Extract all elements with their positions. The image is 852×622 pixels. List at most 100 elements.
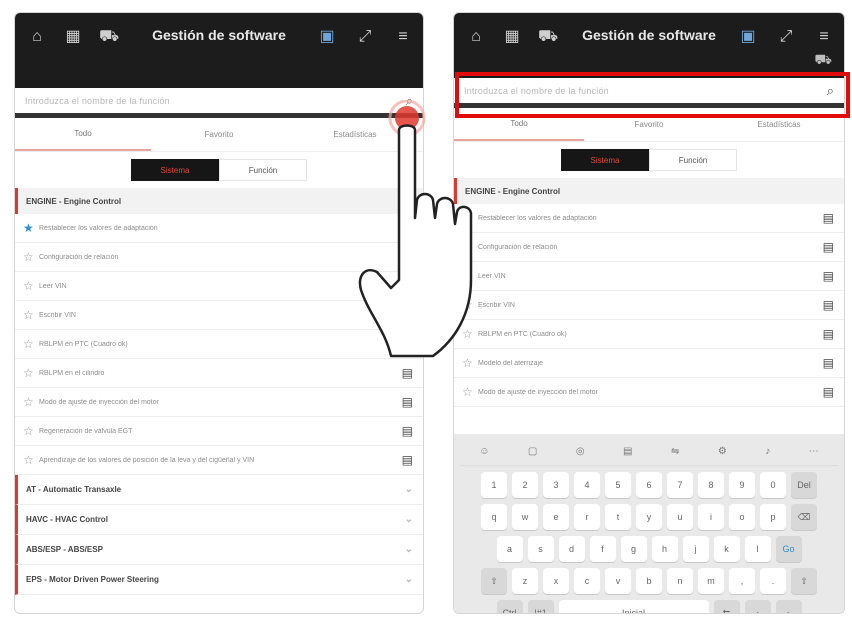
language-icon[interactable]: ▣ — [738, 27, 758, 47]
keyboard-key[interactable]: o — [729, 504, 755, 530]
system-group[interactable]: HAVC - HVAC Control ⌄ — [15, 505, 423, 535]
keyboard-key[interactable]: › — [775, 600, 802, 613]
keyboard-key[interactable]: w — [512, 504, 538, 530]
list-item[interactable]: ★Restablecer los valores de adaptación▤ — [454, 204, 844, 233]
emoji-icon[interactable]: ☺ — [479, 446, 489, 457]
menu-icon[interactable]: ≡ — [814, 27, 834, 47]
language-icon[interactable]: ▣ — [317, 27, 337, 47]
section-header[interactable]: ENGINE - Engine Control — [454, 178, 844, 204]
keyboard-key[interactable]: ⇧ — [481, 568, 507, 594]
tab-all[interactable]: Todo — [15, 118, 151, 151]
star-outline-icon[interactable]: ☆ — [23, 424, 39, 438]
keyboard-key[interactable]: f — [589, 536, 616, 562]
document-icon[interactable]: ▤ — [402, 395, 413, 409]
keyboard-key[interactable]: s — [527, 536, 554, 562]
keyboard-key[interactable]: ⇆ — [713, 600, 740, 613]
document-icon[interactable]: ▤ — [823, 269, 834, 283]
keyboard-key[interactable]: x — [543, 568, 569, 594]
keyboard-key[interactable]: Go — [775, 536, 802, 562]
settings-icon[interactable]: ⚙ — [718, 446, 727, 457]
keyboard-key[interactable]: . — [760, 568, 786, 594]
system-group[interactable]: ABS/ESP - ABS/ESP ⌄ — [15, 535, 423, 565]
keyboard-key[interactable]: v — [605, 568, 631, 594]
keyboard-key[interactable]: 1 — [481, 472, 507, 498]
clipboard-icon[interactable]: ▢ — [528, 446, 537, 457]
keyboard-key[interactable]: ⌫ — [791, 504, 817, 530]
keyboard-key[interactable]: 0 — [760, 472, 786, 498]
segment-function[interactable]: Función — [649, 149, 737, 171]
keyboard-key[interactable]: !#1 — [527, 600, 554, 613]
keyboard-key[interactable]: 4 — [574, 472, 600, 498]
segment-system[interactable]: Sistema — [131, 159, 219, 181]
list-item[interactable]: ☆ Modo de ajuste de inyección del motor ▤ — [15, 388, 423, 417]
search-input[interactable]: Introduzca el nombre de la función — [25, 96, 406, 106]
translate-icon[interactable]: ⇋ — [671, 446, 679, 457]
gif-icon[interactable]: ▤ — [623, 446, 632, 457]
chevron-down-icon[interactable]: ⌄ — [405, 514, 413, 525]
document-icon[interactable]: ▤ — [823, 298, 834, 312]
keyboard-key[interactable]: n — [667, 568, 693, 594]
list-item[interactable]: ☆Leer VIN▤ — [454, 262, 844, 291]
vehicle-icon[interactable]: ⛟ — [814, 51, 832, 70]
list-item[interactable]: ☆Escribir VIN▤ — [454, 291, 844, 320]
document-icon[interactable]: ▤ — [823, 356, 834, 370]
keyboard-key[interactable]: i — [698, 504, 724, 530]
menu-icon[interactable]: ≡ — [393, 27, 413, 47]
document-icon[interactable]: ▤ — [823, 327, 834, 341]
segment-function[interactable]: Función — [219, 159, 307, 181]
keyboard-key[interactable]: a — [496, 536, 523, 562]
document-icon[interactable]: ▤ — [823, 211, 834, 225]
system-group[interactable]: EPS - Motor Driven Power Steering ⌄ — [15, 565, 423, 595]
mic-icon[interactable]: ♪ — [765, 446, 770, 457]
keyboard-key[interactable]: j — [682, 536, 709, 562]
keyboard-key[interactable]: 2 — [512, 472, 538, 498]
sticker-icon[interactable]: ◎ — [576, 446, 585, 457]
star-outline-icon[interactable]: ☆ — [23, 366, 39, 380]
document-icon[interactable]: ▤ — [823, 385, 834, 399]
keyboard-key[interactable]: q — [481, 504, 507, 530]
keyboard-key[interactable]: Inicial — [558, 600, 709, 613]
list-item[interactable]: ☆ Modo de ajuste de inyección del motor ▤ — [454, 378, 844, 407]
more-icon[interactable]: ⋯ — [809, 446, 819, 457]
list-item[interactable]: ☆Configuración de relación▤ — [454, 233, 844, 262]
keyboard-key[interactable]: 6 — [636, 472, 662, 498]
list-item[interactable]: ☆RBLPM en PTC (Cuadro ok)▤ — [454, 320, 844, 349]
keyboard-key[interactable]: Del — [791, 472, 817, 498]
star-outline-icon[interactable]: ☆ — [23, 279, 39, 293]
star-outline-icon[interactable]: ☆ — [462, 385, 478, 399]
document-icon[interactable]: ▤ — [402, 453, 413, 467]
keyboard-key[interactable]: ‹ — [744, 600, 771, 613]
keyboard-key[interactable]: u — [667, 504, 693, 530]
keyboard-key[interactable]: p — [760, 504, 786, 530]
keyboard-key[interactable]: e — [543, 504, 569, 530]
keyboard-key[interactable]: y — [636, 504, 662, 530]
star-outline-icon[interactable]: ☆ — [23, 250, 39, 264]
keyboard-key[interactable]: h — [651, 536, 678, 562]
keyboard-key[interactable]: t — [605, 504, 631, 530]
system-group[interactable]: AT - Automatic Transaxle ⌄ — [15, 475, 423, 505]
star-outline-icon[interactable]: ☆ — [23, 337, 39, 351]
keyboard-key[interactable]: 9 — [729, 472, 755, 498]
keyboard-key[interactable]: r — [574, 504, 600, 530]
fullscreen-icon[interactable]: ⤢ — [355, 27, 375, 47]
fullscreen-icon[interactable]: ⤢ — [776, 27, 796, 47]
keyboard-key[interactable]: ⇧ — [791, 568, 817, 594]
keyboard-key[interactable]: 7 — [667, 472, 693, 498]
list-item[interactable]: ☆ Aprendizaje de los valores de posición … — [15, 446, 423, 475]
keyboard-key[interactable]: d — [558, 536, 585, 562]
document-icon[interactable]: ▤ — [823, 240, 834, 254]
keyboard-key[interactable]: m — [698, 568, 724, 594]
star-outline-icon[interactable]: ☆ — [23, 308, 39, 322]
chevron-down-icon[interactable]: ⌄ — [405, 484, 413, 495]
segment-system[interactable]: Sistema — [561, 149, 649, 171]
list-item[interactable]: ☆ Regeneración de válvula EGT ▤ — [15, 417, 423, 446]
keyboard-key[interactable]: c — [574, 568, 600, 594]
keyboard-key[interactable]: , — [729, 568, 755, 594]
keyboard-key[interactable]: l — [744, 536, 771, 562]
star-outline-icon[interactable]: ☆ — [23, 395, 39, 409]
list-item[interactable]: ☆ Modelo del aterrizaje ▤ — [454, 349, 844, 378]
keyboard-key[interactable]: 3 — [543, 472, 569, 498]
keyboard-key[interactable]: z — [512, 568, 538, 594]
document-icon[interactable]: ▤ — [402, 424, 413, 438]
star-outline-icon[interactable]: ☆ — [23, 453, 39, 467]
